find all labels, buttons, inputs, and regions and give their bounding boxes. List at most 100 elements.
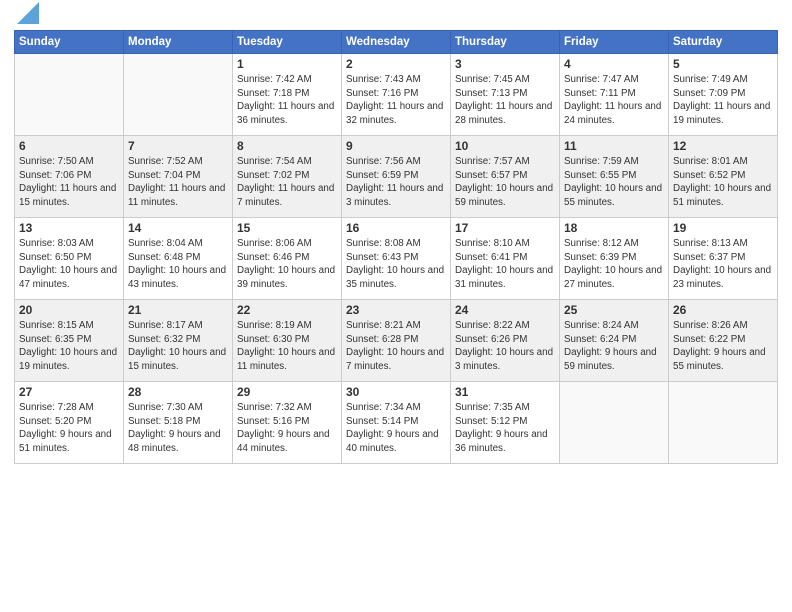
day-number: 25 [564,303,664,317]
calendar-cell [669,382,778,464]
weekday-header-wednesday: Wednesday [342,31,451,54]
weekday-header-saturday: Saturday [669,31,778,54]
day-info: Sunrise: 8:03 AM Sunset: 6:50 PM Dayligh… [19,237,119,292]
day-number: 4 [564,57,664,71]
weekday-header-thursday: Thursday [451,31,560,54]
day-number: 31 [455,385,555,399]
day-info: Sunrise: 8:04 AM Sunset: 6:48 PM Dayligh… [128,237,228,292]
day-number: 17 [455,221,555,235]
calendar-cell [560,382,669,464]
week-row-4: 20 Sunrise: 8:15 AM Sunset: 6:35 PM Dayli… [15,300,778,382]
week-row-3: 13 Sunrise: 8:03 AM Sunset: 6:50 PM Dayli… [15,218,778,300]
calendar-cell: 18 Sunrise: 8:12 AM Sunset: 6:39 PM Dayli… [560,218,669,300]
calendar-cell: 30 Sunrise: 7:34 AM Sunset: 5:14 PM Dayli… [342,382,451,464]
day-info: Sunrise: 8:26 AM Sunset: 6:22 PM Dayligh… [673,319,773,374]
day-number: 9 [346,139,446,153]
day-number: 1 [237,57,337,71]
day-number: 12 [673,139,773,153]
day-number: 19 [673,221,773,235]
day-info: Sunrise: 7:28 AM Sunset: 5:20 PM Dayligh… [19,401,119,456]
day-info: Sunrise: 8:06 AM Sunset: 6:46 PM Dayligh… [237,237,337,292]
calendar-cell: 25 Sunrise: 8:24 AM Sunset: 6:24 PM Dayli… [560,300,669,382]
weekday-header-friday: Friday [560,31,669,54]
day-info: Sunrise: 8:10 AM Sunset: 6:41 PM Dayligh… [455,237,555,292]
calendar-cell: 27 Sunrise: 7:28 AM Sunset: 5:20 PM Dayli… [15,382,124,464]
day-number: 20 [19,303,119,317]
calendar-cell: 2 Sunrise: 7:43 AM Sunset: 7:16 PM Daylig… [342,54,451,136]
day-info: Sunrise: 8:24 AM Sunset: 6:24 PM Dayligh… [564,319,664,374]
weekday-header-tuesday: Tuesday [233,31,342,54]
calendar-cell: 15 Sunrise: 8:06 AM Sunset: 6:46 PM Dayli… [233,218,342,300]
day-number: 15 [237,221,337,235]
day-number: 13 [19,221,119,235]
day-info: Sunrise: 8:19 AM Sunset: 6:30 PM Dayligh… [237,319,337,374]
day-info: Sunrise: 8:12 AM Sunset: 6:39 PM Dayligh… [564,237,664,292]
logo-icon [17,2,39,24]
calendar-cell [124,54,233,136]
weekday-header-sunday: Sunday [15,31,124,54]
calendar-cell: 8 Sunrise: 7:54 AM Sunset: 7:02 PM Daylig… [233,136,342,218]
day-number: 5 [673,57,773,71]
header [14,10,778,24]
calendar-table: SundayMondayTuesdayWednesdayThursdayFrid… [14,30,778,464]
calendar-cell: 16 Sunrise: 8:08 AM Sunset: 6:43 PM Dayli… [342,218,451,300]
week-row-2: 6Sunrise: 7:50 AM Sunset: 7:06 PM Daylig… [15,136,778,218]
calendar-cell: 5Sunrise: 7:49 AM Sunset: 7:09 PM Daylig… [669,54,778,136]
calendar-cell: 4 Sunrise: 7:47 AM Sunset: 7:11 PM Daylig… [560,54,669,136]
day-number: 29 [237,385,337,399]
weekday-header-row: SundayMondayTuesdayWednesdayThursdayFrid… [15,31,778,54]
calendar-cell: 12 Sunrise: 8:01 AM Sunset: 6:52 PM Dayli… [669,136,778,218]
day-info: Sunrise: 7:54 AM Sunset: 7:02 PM Dayligh… [237,155,337,210]
calendar-cell: 7Sunrise: 7:52 AM Sunset: 7:04 PM Daylig… [124,136,233,218]
day-number: 7 [128,139,228,153]
calendar-cell: 26Sunrise: 8:26 AM Sunset: 6:22 PM Dayli… [669,300,778,382]
day-info: Sunrise: 7:56 AM Sunset: 6:59 PM Dayligh… [346,155,446,210]
day-info: Sunrise: 7:34 AM Sunset: 5:14 PM Dayligh… [346,401,446,456]
calendar-cell: 31Sunrise: 7:35 AM Sunset: 5:12 PM Dayli… [451,382,560,464]
day-number: 27 [19,385,119,399]
day-info: Sunrise: 8:13 AM Sunset: 6:37 PM Dayligh… [673,237,773,292]
day-number: 2 [346,57,446,71]
day-info: Sunrise: 7:42 AM Sunset: 7:18 PM Dayligh… [237,73,337,128]
calendar-cell: 11Sunrise: 7:59 AM Sunset: 6:55 PM Dayli… [560,136,669,218]
logo [14,10,39,24]
calendar-cell: 22 Sunrise: 8:19 AM Sunset: 6:30 PM Dayli… [233,300,342,382]
day-number: 22 [237,303,337,317]
calendar-cell: 23Sunrise: 8:21 AM Sunset: 6:28 PM Dayli… [342,300,451,382]
day-number: 24 [455,303,555,317]
calendar-cell: 9 Sunrise: 7:56 AM Sunset: 6:59 PM Daylig… [342,136,451,218]
day-number: 30 [346,385,446,399]
day-number: 10 [455,139,555,153]
day-info: Sunrise: 7:30 AM Sunset: 5:18 PM Dayligh… [128,401,228,456]
calendar-cell: 6Sunrise: 7:50 AM Sunset: 7:06 PM Daylig… [15,136,124,218]
day-info: Sunrise: 8:01 AM Sunset: 6:52 PM Dayligh… [673,155,773,210]
day-number: 6 [19,139,119,153]
calendar-cell: 28 Sunrise: 7:30 AM Sunset: 5:18 PM Dayli… [124,382,233,464]
day-number: 8 [237,139,337,153]
day-number: 14 [128,221,228,235]
calendar-cell [15,54,124,136]
day-info: Sunrise: 7:43 AM Sunset: 7:16 PM Dayligh… [346,73,446,128]
week-row-1: 1 Sunrise: 7:42 AM Sunset: 7:18 PM Daylig… [15,54,778,136]
calendar-cell: 29Sunrise: 7:32 AM Sunset: 5:16 PM Dayli… [233,382,342,464]
calendar-cell: 17 Sunrise: 8:10 AM Sunset: 6:41 PM Dayli… [451,218,560,300]
calendar-cell: 20 Sunrise: 8:15 AM Sunset: 6:35 PM Dayli… [15,300,124,382]
calendar-cell: 10 Sunrise: 7:57 AM Sunset: 6:57 PM Dayli… [451,136,560,218]
day-info: Sunrise: 8:22 AM Sunset: 6:26 PM Dayligh… [455,319,555,374]
day-info: Sunrise: 7:57 AM Sunset: 6:57 PM Dayligh… [455,155,555,210]
calendar-cell: 24 Sunrise: 8:22 AM Sunset: 6:26 PM Dayli… [451,300,560,382]
day-number: 16 [346,221,446,235]
day-info: Sunrise: 8:15 AM Sunset: 6:35 PM Dayligh… [19,319,119,374]
day-number: 21 [128,303,228,317]
day-number: 18 [564,221,664,235]
day-number: 28 [128,385,228,399]
day-number: 23 [346,303,446,317]
calendar-cell: 13 Sunrise: 8:03 AM Sunset: 6:50 PM Dayli… [15,218,124,300]
day-info: Sunrise: 7:47 AM Sunset: 7:11 PM Dayligh… [564,73,664,128]
calendar-cell: 3Sunrise: 7:45 AM Sunset: 7:13 PM Daylig… [451,54,560,136]
week-row-5: 27 Sunrise: 7:28 AM Sunset: 5:20 PM Dayli… [15,382,778,464]
day-info: Sunrise: 8:08 AM Sunset: 6:43 PM Dayligh… [346,237,446,292]
calendar-cell: 1 Sunrise: 7:42 AM Sunset: 7:18 PM Daylig… [233,54,342,136]
day-info: Sunrise: 7:45 AM Sunset: 7:13 PM Dayligh… [455,73,555,128]
calendar-cell: 14 Sunrise: 8:04 AM Sunset: 6:48 PM Dayli… [124,218,233,300]
